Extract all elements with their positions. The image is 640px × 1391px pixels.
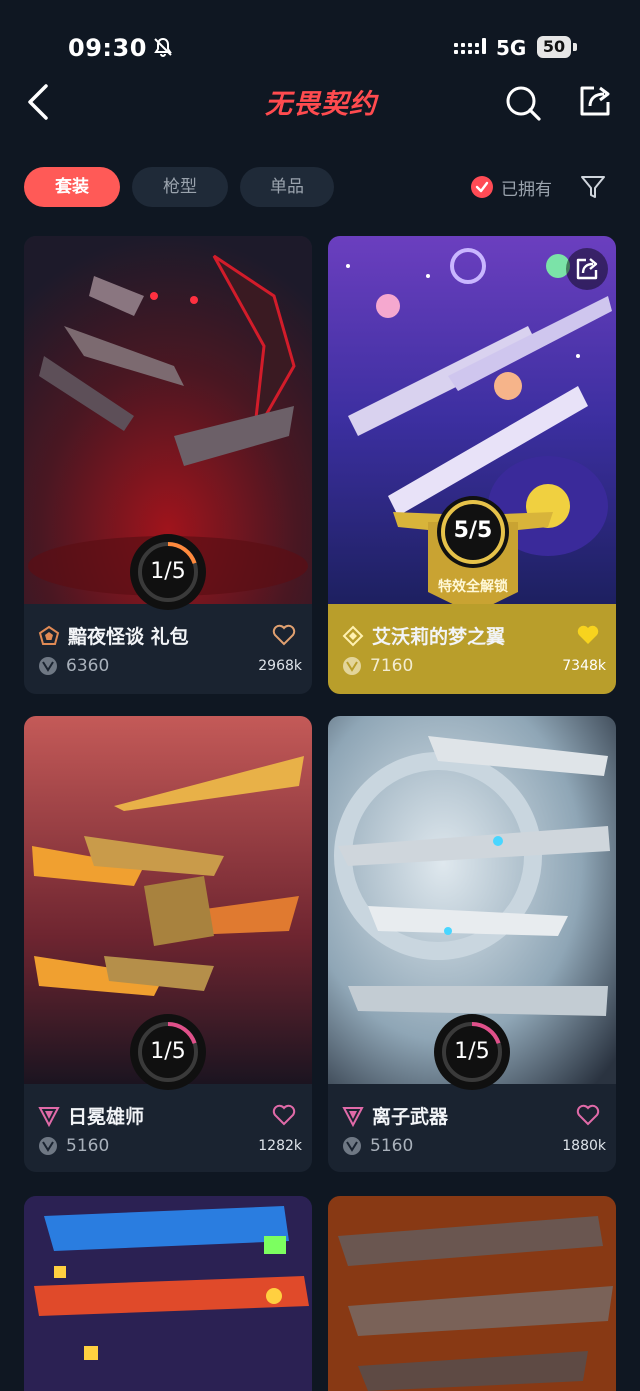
pentagon-tier-icon <box>38 625 60 645</box>
heart-outline-icon[interactable] <box>272 1104 296 1126</box>
mute-bell-icon <box>154 37 172 57</box>
tab-bundles[interactable]: 套装 <box>24 167 120 207</box>
bundle-name: 艾沃莉的梦之翼 <box>372 626 506 648</box>
bundle-price: 6360 <box>66 656 110 676</box>
progress-text: 1/5 <box>150 559 186 584</box>
like-count: 1282k <box>258 1138 302 1154</box>
share-icon <box>576 258 598 280</box>
triangle-tier-icon <box>342 1106 364 1127</box>
bundle-price: 5160 <box>370 1136 414 1156</box>
bundle-name: 黯夜怪谈 礼包 <box>68 626 189 648</box>
network-type: 5G <box>496 36 527 60</box>
progress-text: 1/5 <box>150 1039 186 1064</box>
progress-ring: 1/5 <box>128 532 208 612</box>
share-bundle-button[interactable] <box>566 248 608 290</box>
vp-currency-icon <box>39 1137 57 1155</box>
bundle-card[interactable]: 5/5 特效全解锁 艾沃莉的梦之翼 7160 7348k <box>328 236 616 694</box>
progress-ring: 1/5 <box>432 1012 512 1092</box>
bundle-card[interactable]: 1/5 黯夜怪谈 礼包 6360 2968k <box>24 236 312 694</box>
vp-currency-icon <box>39 657 57 675</box>
bundle-card[interactable] <box>328 1196 616 1391</box>
effects-unlocked-label: 特效全解锁 <box>438 579 508 595</box>
bundle-card[interactable] <box>24 1196 312 1391</box>
bundle-card[interactable]: 1/5 离子武器 5160 1880k <box>328 716 616 1172</box>
card-info: 黯夜怪谈 礼包 6360 2968k <box>24 604 312 694</box>
owned-toggle[interactable]: 已拥有 <box>471 174 552 200</box>
card-info: 离子武器 5160 1880k <box>328 1084 616 1172</box>
bundle-price: 5160 <box>66 1136 110 1156</box>
heart-outline-icon[interactable] <box>576 1104 600 1126</box>
card-info: 日冕雄师 5160 1282k <box>24 1084 312 1172</box>
search-icon[interactable] <box>504 84 542 122</box>
page-title: 无畏契约 <box>265 89 377 120</box>
heart-outline-icon[interactable] <box>272 624 296 646</box>
status-time: 09:30 <box>68 34 147 62</box>
share-icon[interactable] <box>578 84 612 118</box>
vp-currency-icon <box>343 657 361 675</box>
bundle-card[interactable]: 1/5 日冕雄师 5160 1282k <box>24 716 312 1172</box>
status-bar: 09:30 5G 50 <box>0 0 640 90</box>
checkmark-icon <box>471 176 493 198</box>
back-arrow-icon[interactable] <box>24 82 56 122</box>
progress-ring: 1/5 <box>128 1012 208 1092</box>
tab-weapon-types[interactable]: 枪型 <box>132 167 228 207</box>
heart-filled-icon[interactable] <box>576 624 600 646</box>
battery-icon: 50 <box>537 36 577 58</box>
progress-text: 1/5 <box>454 1039 490 1064</box>
diamond-tier-icon <box>342 625 364 646</box>
like-count: 2968k <box>258 658 302 674</box>
card-info: 艾沃莉的梦之翼 7160 7348k <box>328 604 616 694</box>
tab-single-items[interactable]: 单品 <box>240 167 334 207</box>
bundle-price: 7160 <box>370 656 414 676</box>
like-count: 1880k <box>562 1138 606 1154</box>
bundle-artwork <box>328 1196 616 1391</box>
triangle-tier-icon <box>38 1106 60 1127</box>
like-count: 7348k <box>562 658 606 674</box>
signal-icon <box>454 38 486 54</box>
progress-text: 5/5 <box>453 518 493 543</box>
owned-label: 已拥有 <box>501 179 552 200</box>
bundle-artwork <box>24 1196 312 1391</box>
filter-icon[interactable] <box>580 174 606 200</box>
unlock-badge: 5/5 特效全解锁 <box>388 492 558 616</box>
bundle-name: 离子武器 <box>372 1106 449 1128</box>
battery-level: 50 <box>542 37 566 56</box>
bundle-name: 日冕雄师 <box>68 1106 145 1128</box>
vp-currency-icon <box>343 1137 361 1155</box>
